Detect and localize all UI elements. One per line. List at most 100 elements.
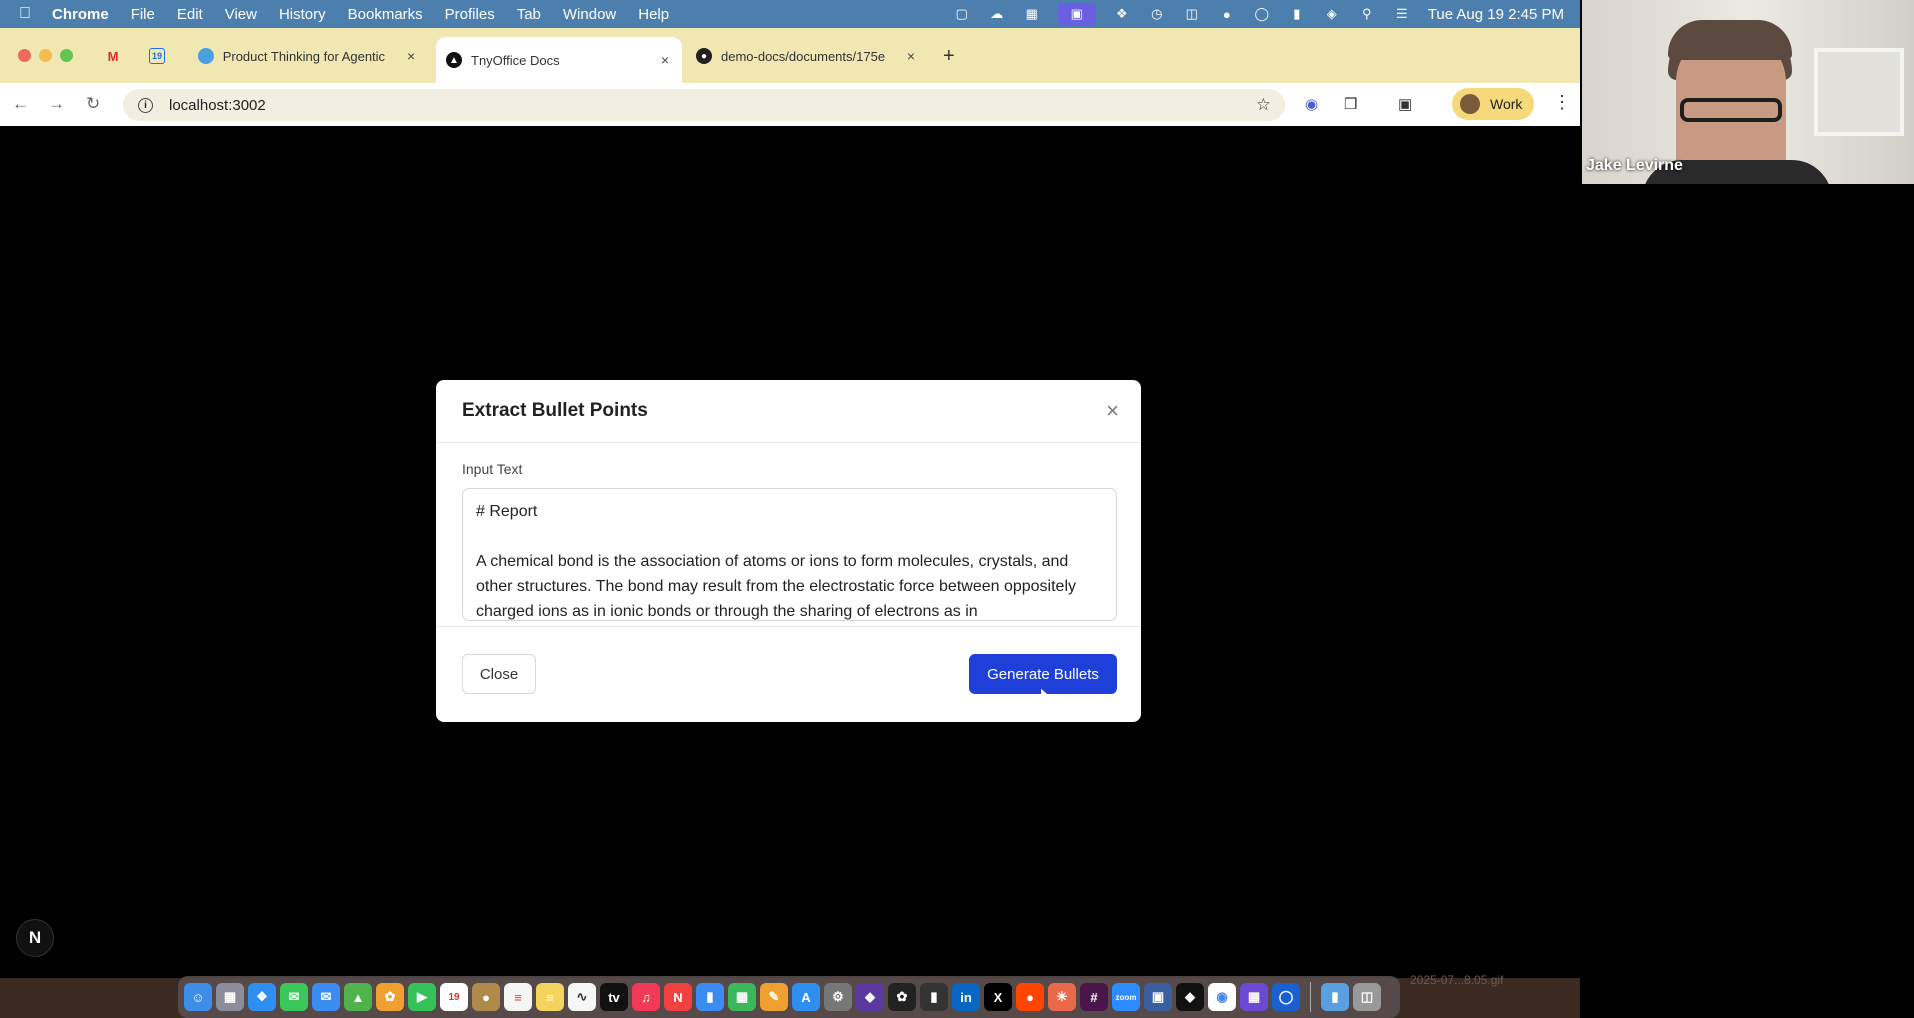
menu-view[interactable]: View [214, 6, 268, 23]
bookmark-star-icon[interactable]: ☆ [1256, 95, 1271, 115]
password-manager-icon[interactable]: ◉ [1305, 95, 1318, 113]
nextjs-dev-indicator[interactable]: N [16, 919, 54, 957]
cloud-icon[interactable]: ☁ [988, 6, 1006, 22]
status-app-icon[interactable]: ▢ [953, 6, 971, 22]
vpn-icon[interactable]: ◯ [1253, 6, 1271, 22]
menu-file[interactable]: File [120, 6, 166, 23]
wifi-icon[interactable]: ◈ [1323, 6, 1341, 22]
user-icon[interactable]: ● [1218, 7, 1236, 22]
chrome-icon[interactable]: ◉ [1208, 983, 1236, 1011]
site-info-icon[interactable]: i [138, 97, 153, 113]
spotlight-search-icon[interactable]: ⚲ [1358, 6, 1376, 22]
notes-icon[interactable]: ≡ [536, 983, 564, 1011]
tab-github-demo-docs[interactable]: ● demo-docs/documents/175e × [686, 37, 928, 75]
system-settings-icon[interactable]: ⚙ [824, 983, 852, 1011]
back-arrow-icon[interactable]: ← [12, 94, 29, 114]
menu-profiles[interactable]: Profiles [434, 6, 506, 23]
profile-button[interactable]: Work [1452, 88, 1534, 120]
chrome-menu-icon[interactable]: ⋮ [1553, 92, 1571, 113]
tab-strip: M 19 Product Thinking for Agentic × ▲ Tn… [0, 28, 1580, 83]
apple-menu-icon[interactable]:  [0, 5, 50, 23]
menu-app-name[interactable]: Chrome [50, 6, 120, 23]
messages-icon[interactable]: ✉ [280, 983, 308, 1011]
app-icon-purple[interactable]: ◆ [856, 983, 884, 1011]
gmail-pinned-tab-icon[interactable]: M [101, 45, 125, 67]
reload-icon[interactable]: ↻ [86, 94, 100, 114]
dialog-body: Input Text # Report A chemical bond is t… [436, 443, 1141, 627]
contacts-icon[interactable]: ● [472, 983, 500, 1011]
menu-help[interactable]: Help [627, 6, 680, 23]
app-icon-grid[interactable]: ▦ [1240, 983, 1268, 1011]
chatgpt-icon[interactable]: ✿ [888, 983, 916, 1011]
control-center-icon[interactable]: ☰ [1393, 6, 1411, 22]
linkedin-icon[interactable]: in [952, 983, 980, 1011]
macos-menubar:  Chrome File Edit View History Bookmark… [0, 0, 1580, 28]
menu-window[interactable]: Window [552, 6, 627, 23]
time-machine-icon[interactable]: ◷ [1148, 6, 1166, 22]
photos-icon[interactable]: ✿ [376, 983, 404, 1011]
zoom-icon[interactable]: zoom [1112, 983, 1140, 1011]
zoom-window-button[interactable] [60, 49, 73, 62]
tab-close-icon[interactable]: × [904, 48, 918, 64]
reminders-icon[interactable]: ≡ [504, 983, 532, 1011]
slack-icon[interactable]: # [1080, 983, 1108, 1011]
reddit-icon[interactable]: ● [1016, 983, 1044, 1011]
dropbox-icon[interactable]: ❖ [1113, 6, 1131, 22]
minimize-window-button[interactable] [39, 49, 52, 62]
extensions-puzzle-icon[interactable]: ❒ [1344, 95, 1357, 113]
downloads-folder-icon[interactable]: ▮ [1321, 983, 1349, 1011]
tab-close-icon[interactable]: × [658, 52, 672, 68]
input-text-area[interactable]: # Report A chemical bond is the associat… [462, 488, 1117, 621]
x-icon[interactable]: X [984, 983, 1012, 1011]
triangle-favicon-icon: ▲ [446, 52, 462, 68]
tab-search-icon[interactable]: ▣ [1398, 95, 1412, 113]
pages-icon[interactable]: ✎ [760, 983, 788, 1011]
numbers-icon[interactable]: ▦ [728, 983, 756, 1011]
address-bar[interactable]: i localhost:3002 ☆ [123, 89, 1285, 121]
calendar-pinned-tab-icon[interactable]: 19 [149, 48, 165, 64]
freeform-icon[interactable]: ∿ [568, 983, 596, 1011]
screen-share-icon[interactable]: ▣ [1057, 3, 1096, 25]
launchpad-icon[interactable]: ▦ [216, 983, 244, 1011]
window-controls [18, 49, 73, 62]
apple-tv-icon[interactable]: tv [600, 983, 628, 1011]
trash-icon[interactable]: ◫ [1353, 983, 1381, 1011]
news-icon[interactable]: N [664, 983, 692, 1011]
dialog-header: Extract Bullet Points × [436, 380, 1141, 443]
tab-product-thinking[interactable]: Product Thinking for Agentic × [188, 37, 428, 75]
maps-icon[interactable]: ▲ [344, 983, 372, 1011]
music-icon[interactable]: ♫ [632, 983, 660, 1011]
forward-arrow-icon[interactable]: → [48, 94, 65, 114]
close-window-button[interactable] [18, 49, 31, 62]
dock-separator [1310, 982, 1311, 1012]
menu-tab[interactable]: Tab [506, 6, 552, 23]
new-tab-button[interactable]: + [943, 45, 955, 68]
avatar [1460, 94, 1480, 114]
mail-icon[interactable]: ✉ [312, 983, 340, 1011]
close-button[interactable]: Close [462, 654, 536, 694]
menu-history[interactable]: History [268, 6, 337, 23]
app-icon-dark[interactable]: ▮ [920, 983, 948, 1011]
menu-bookmarks[interactable]: Bookmarks [337, 6, 434, 23]
facetime-icon[interactable]: ▶ [408, 983, 436, 1011]
1password-icon[interactable]: ◯ [1272, 983, 1300, 1011]
tab-title: TnyOffice Docs [471, 52, 560, 68]
window-manager-icon[interactable]: ◫ [1183, 6, 1201, 22]
tab-tnyoffice-docs[interactable]: ▲ TnyOffice Docs × [436, 37, 682, 83]
safari-icon[interactable]: ❖ [248, 983, 276, 1011]
tab-close-icon[interactable]: × [404, 48, 418, 64]
menu-edit[interactable]: Edit [166, 6, 214, 23]
app-icon-box[interactable]: ▣ [1144, 983, 1172, 1011]
app-store-icon[interactable]: A [792, 983, 820, 1011]
close-icon[interactable]: × [1106, 398, 1119, 424]
calendar-icon[interactable]: 19 [440, 983, 468, 1011]
menubar-datetime[interactable]: Tue Aug 19 2:45 PM [1428, 6, 1564, 23]
battery-icon[interactable]: ▮ [1288, 6, 1306, 22]
grid-icon[interactable]: ▦ [1023, 6, 1041, 22]
webcam-video-feed: Jake Levirne [1582, 0, 1914, 184]
claude-icon[interactable]: ✳ [1048, 983, 1076, 1011]
desktop-file-label: 2025-07...8.05.gif [1410, 973, 1504, 987]
keynote-icon[interactable]: ▮ [696, 983, 724, 1011]
finder-icon[interactable]: ☺ [184, 983, 212, 1011]
cursor-app-icon[interactable]: ◆ [1176, 983, 1204, 1011]
